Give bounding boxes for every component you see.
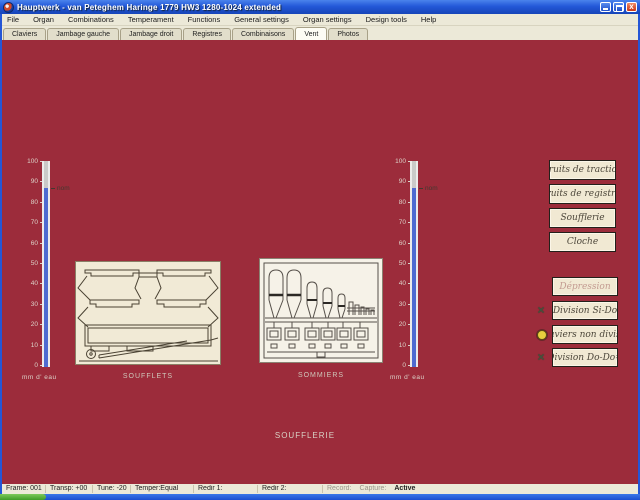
meter-tick: 10	[393, 342, 411, 349]
meter-tick: 20	[25, 321, 43, 328]
tab-claviers[interactable]: Claviers	[3, 28, 46, 40]
status-transpose: Transp: +00	[46, 485, 93, 493]
windchest-image: SOMMIERS	[259, 258, 383, 379]
status-temperament: Temper:Equal	[131, 485, 194, 493]
tab-photos[interactable]: Photos	[328, 28, 368, 40]
meter-tick: 30	[25, 301, 43, 308]
bellows-image: SOUFFLETS	[75, 261, 221, 380]
status-record: Record:	[323, 485, 356, 493]
maximize-button[interactable]	[613, 2, 624, 12]
meter-tick: 30	[393, 301, 411, 308]
tab-registres[interactable]: Registres	[183, 28, 231, 40]
status-frame: Frame: 001	[2, 485, 46, 493]
meter-bar	[42, 161, 50, 367]
menu-organ[interactable]: Organ	[26, 14, 61, 26]
status-capture: Capture:	[356, 485, 391, 493]
bellows-caption: SOUFFLETS	[75, 373, 221, 380]
button-depression[interactable]: Dépression	[552, 277, 618, 296]
app-icon	[3, 2, 14, 13]
menu-help[interactable]: Help	[414, 14, 443, 26]
button-division-do-dod[interactable]: Division Do-Do#	[552, 348, 618, 367]
button-cloche[interactable]: Cloche	[549, 232, 616, 252]
meter-tick: 60	[393, 240, 411, 247]
close-button[interactable]: x	[626, 2, 637, 12]
meter-tick: 40	[25, 280, 43, 287]
page-caption: SOUFFLERIE	[225, 431, 385, 440]
meter-tick: 90	[393, 178, 411, 185]
meter-tick: 80	[393, 199, 411, 206]
menu-organ-settings[interactable]: Organ settings	[296, 14, 359, 26]
status-active: Active	[390, 485, 419, 493]
meter-scale: 100 90 80 70 60 50	[25, 158, 43, 369]
meter-tick: 100	[25, 158, 43, 165]
title-bar: Hauptwerk - van Peteghem Haringe 1779 HW…	[0, 0, 640, 14]
meter-tick: 20	[393, 321, 411, 328]
menu-design-tools[interactable]: Design tools	[359, 14, 414, 26]
wind-page: 100 90 80 70 60 50	[0, 40, 640, 484]
tab-combinaisons[interactable]: Combinaisons	[232, 28, 294, 40]
claviers-non-divises-led-icon	[537, 330, 547, 340]
meter-tick: 70	[393, 219, 411, 226]
tab-jambage-gauche[interactable]: Jambage gauche	[47, 28, 119, 40]
meter-tick: 100	[393, 158, 411, 165]
window-border-left	[0, 14, 2, 494]
menu-file[interactable]: File	[0, 14, 26, 26]
nominal-marker: nom	[51, 187, 70, 191]
meter-tick: 80	[25, 199, 43, 206]
menu-functions[interactable]: Functions	[181, 14, 228, 26]
button-bruits-de-registres[interactable]: Bruits de registres	[549, 184, 616, 204]
window-title: Hauptwerk - van Peteghem Haringe 1779 HW…	[17, 3, 600, 12]
meter-tick: 50	[25, 260, 43, 267]
meter-tick: 50	[393, 260, 411, 267]
minimize-button[interactable]	[600, 2, 611, 12]
windchest-caption: SOMMIERS	[259, 372, 383, 379]
division-si-do-off-icon: ×	[536, 306, 546, 316]
taskbar-strip	[0, 494, 640, 500]
status-redir1: Redir 1:	[194, 485, 258, 493]
meter-tick: 10	[25, 342, 43, 349]
wind-gauge-windchest: 100 90 80 70 60 50	[393, 158, 471, 390]
meter-tick: 0	[25, 362, 43, 369]
meter-tick: 90	[25, 178, 43, 185]
meter-bar	[410, 161, 418, 367]
meter-tick: 0	[393, 362, 411, 369]
tab-vent[interactable]: Vent	[295, 27, 327, 40]
meter-tick: 70	[25, 219, 43, 226]
button-claviers-non-divises[interactable]: Claviers non divisés	[552, 325, 618, 344]
status-redir2: Redir 2:	[258, 485, 323, 493]
meter-unit-label: mm d' eau	[390, 374, 460, 381]
menu-combinations[interactable]: Combinations	[61, 14, 121, 26]
start-button[interactable]	[0, 494, 46, 500]
menu-temperament[interactable]: Temperament	[121, 14, 181, 26]
hauptwerk-window: { "window": { "title": "Hauptwerk - van …	[0, 0, 640, 500]
menu-general-settings[interactable]: General settings	[227, 14, 296, 26]
meter-tick: 40	[393, 280, 411, 287]
status-bar: Frame: 001 Transp: +00 Tune: -20 Temper:…	[2, 484, 638, 494]
division-do-dod-off-icon: ×	[536, 353, 546, 363]
button-division-si-do[interactable]: Division Si-Do	[552, 301, 618, 320]
meter-scale: 100 90 80 70 60 50	[393, 158, 411, 369]
menu-bar: File Organ Combinations Temperament Func…	[0, 14, 640, 26]
status-tune: Tune: -20	[93, 485, 131, 493]
meter-tick: 60	[25, 240, 43, 247]
tab-bar: Claviers Jambage gauche Jambage droit Re…	[0, 26, 640, 40]
button-soufflerie[interactable]: Soufflerie	[549, 208, 616, 228]
tab-jambage-droit[interactable]: Jambage droit	[120, 28, 182, 40]
nominal-marker: nom	[419, 187, 438, 191]
button-bruits-de-traction[interactable]: Bruits de traction	[549, 160, 616, 180]
